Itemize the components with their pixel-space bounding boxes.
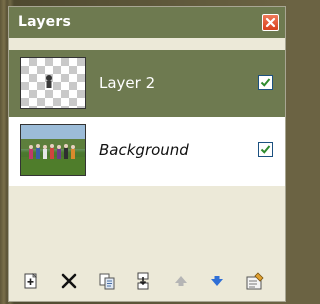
layer-properties-button[interactable] xyxy=(245,271,265,291)
layer-visibility-checkbox[interactable] xyxy=(258,142,273,157)
checkmark-icon xyxy=(260,145,271,154)
close-icon xyxy=(265,17,276,28)
move-layer-down-icon xyxy=(211,276,223,286)
layers-list: Layer 2 Background xyxy=(9,38,285,263)
merge-layer-down-icon xyxy=(137,272,149,290)
panel-title: Layers xyxy=(18,14,71,30)
layer-row-layer-2[interactable]: Layer 2 xyxy=(9,50,285,117)
layer-thumbnail xyxy=(20,124,86,176)
layer-thumbnail xyxy=(20,57,86,109)
layer-name: Background xyxy=(99,141,189,159)
move-layer-up-icon xyxy=(175,276,187,286)
layers-toolbar xyxy=(9,263,285,301)
move-layer-down-button[interactable] xyxy=(207,271,227,291)
delete-layer-button[interactable] xyxy=(59,271,79,291)
add-layer-button[interactable] xyxy=(21,271,41,291)
layer-row-background[interactable]: Background xyxy=(9,117,285,186)
merge-layer-down-button[interactable] xyxy=(133,271,153,291)
delete-layer-icon xyxy=(61,273,77,289)
move-layer-up-button[interactable] xyxy=(171,271,191,291)
layers-panel: Layers Layer 2 Background xyxy=(8,6,286,302)
layer-name: Layer 2 xyxy=(99,74,156,92)
duplicate-layer-icon xyxy=(99,273,115,290)
group-photo-image xyxy=(21,125,85,175)
layer-visibility-checkbox[interactable] xyxy=(258,75,273,90)
person-silhouette-icon xyxy=(46,75,52,88)
layer-properties-icon xyxy=(246,272,264,290)
add-layer-icon xyxy=(24,273,37,289)
checkmark-icon xyxy=(260,78,271,87)
panel-titlebar[interactable]: Layers xyxy=(9,7,285,38)
duplicate-layer-button[interactable] xyxy=(97,271,117,291)
close-button[interactable] xyxy=(262,14,279,31)
